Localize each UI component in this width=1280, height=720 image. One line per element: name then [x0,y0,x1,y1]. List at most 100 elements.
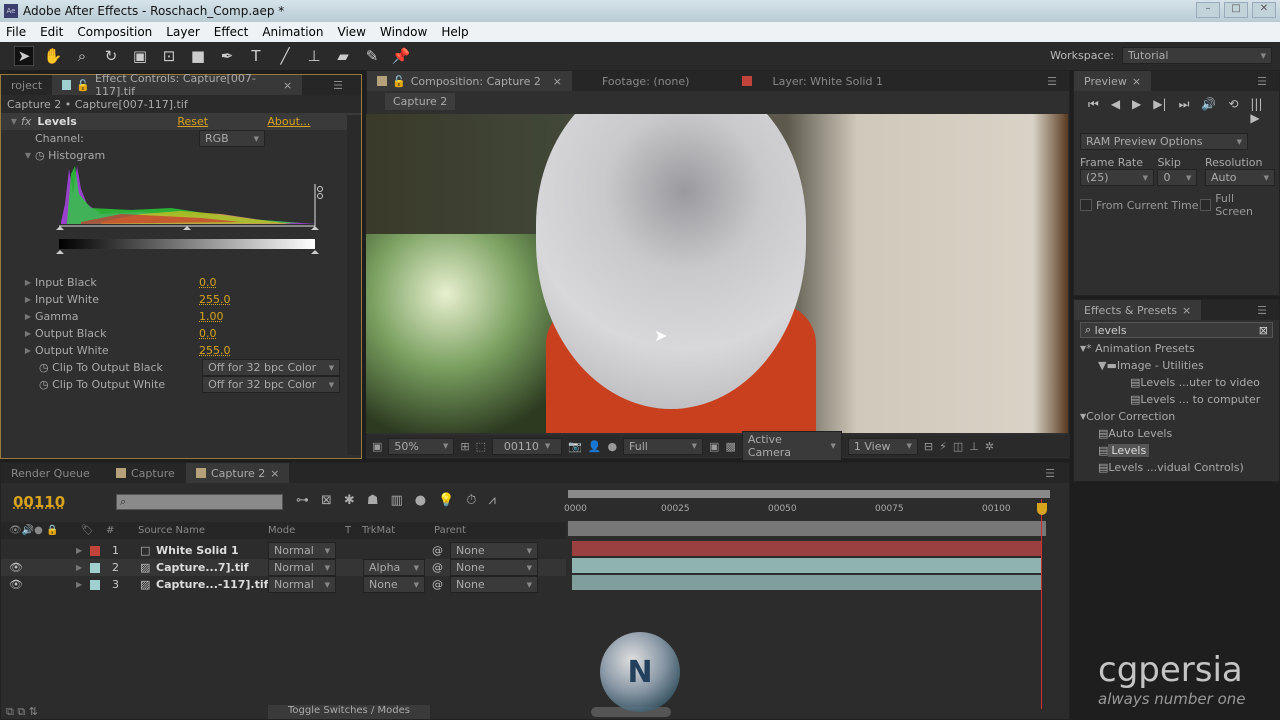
property-value[interactable]: 0.0 [199,276,217,289]
layer-row[interactable]: ▶ 1 □ White Solid 1Normal @None [1,542,566,559]
tab-capture[interactable]: Capture [106,463,186,483]
puppet-pin-tool-icon[interactable]: 📌 [391,47,411,65]
rotation-tool-icon[interactable]: ↻ [101,47,121,65]
effects-tree-item[interactable]: ▤ Levels ... to computer [1074,391,1279,408]
scrollbar[interactable] [347,115,361,455]
close-tab-icon[interactable]: × [553,75,562,88]
ram-preview-icon[interactable]: |||▶ [1250,97,1265,125]
exposure-icon[interactable]: ✲ [985,440,994,453]
eraser-tool-icon[interactable]: ▰ [333,47,353,65]
type-tool-icon[interactable]: T [246,47,266,65]
toggle-switches-modes-button[interactable]: Toggle Switches / Modes [268,705,430,719]
twirl-triangle-icon[interactable]: ▶ [76,546,90,555]
graph-editor-icon[interactable]: ⩘ [488,493,495,508]
layer-row[interactable]: 👁 ▶ 3 ▨ Capture...-117].tifNormal None@None [1,576,566,593]
minimize-button[interactable]: – [1196,2,1220,18]
effects-tree-item[interactable]: ▤ Auto Levels [1074,425,1279,442]
workspace-select[interactable]: Tutorial [1122,47,1272,64]
input-slider-handles[interactable] [56,226,319,230]
visibility-icon[interactable]: 👁 [1,561,23,574]
current-time-field[interactable]: 00110 [492,437,563,455]
expand-triangle-icon[interactable]: ▶ [21,329,35,338]
menu-window[interactable]: Window [380,25,427,39]
from-current-time-checkbox[interactable]: From Current Time [1080,192,1200,218]
mask-visibility-icon[interactable]: ⬚ [476,440,486,453]
tab-capture-2[interactable]: Capture 2 × [186,463,290,483]
loop-icon[interactable]: ⟲ [1228,97,1238,125]
frame-blending-icon[interactable]: ▥ [390,493,402,508]
stopwatch-icon[interactable]: ◷ [35,149,45,162]
playhead-handle-icon[interactable] [1037,503,1047,515]
blend-mode-select[interactable]: Normal [268,559,336,576]
twirl-triangle-icon[interactable]: ▶ [76,580,90,589]
skip-select[interactable]: 0 [1157,169,1198,186]
hide-shy-layers-icon[interactable]: ☗ [367,493,379,508]
clip-select[interactable]: Off for 32 bpc Color [202,376,341,393]
layer-row[interactable]: 👁 ▶ 2 ▨ Capture...7].tifNormal Alpha@None [1,559,566,576]
twirl-triangle-icon[interactable]: ▶ [76,563,90,572]
parent-select[interactable]: None [450,542,538,559]
tab-effects-presets[interactable]: Effects & Presets × [1074,300,1202,320]
tab-footage[interactable]: Footage: (none) [572,71,732,91]
panel-menu-icon[interactable]: ☰ [333,79,361,92]
show-snapshot-icon[interactable]: 👤 [588,440,602,453]
fx-icon[interactable]: fx [21,115,31,128]
magnification-select[interactable]: 50% [388,437,455,455]
tab-layer[interactable]: Layer: White Solid 1 [732,71,893,91]
panel-menu-icon[interactable]: ☰ [1257,304,1279,317]
resolution-select[interactable]: Full [623,437,704,455]
track-matte-select[interactable]: Alpha [363,559,425,576]
draft-3d-icon[interactable]: ✱ [344,493,355,508]
previous-frame-icon[interactable]: ◀ [1111,97,1120,125]
rectangle-tool-icon[interactable]: ■ [188,47,208,65]
layer-duration-bar[interactable] [572,541,1042,556]
reset-link[interactable]: Reset [177,115,267,128]
preview-resolution-select[interactable]: Auto [1205,169,1275,186]
panel-menu-icon[interactable]: ☰ [1045,467,1069,480]
clear-search-icon[interactable]: ⊠ [1259,324,1272,337]
current-time-display[interactable]: 00110 [13,493,65,511]
expand-triangle-icon[interactable]: ▶ [21,312,35,321]
menu-edit[interactable]: Edit [40,25,63,39]
output-slider-handles[interactable] [56,250,319,254]
channel-icon[interactable]: ● [607,440,617,453]
grid-icon[interactable]: ⊞ [460,440,469,453]
fast-previews-icon[interactable]: ⚡ [939,440,947,453]
effects-tree-item[interactable]: ▤ Levels ...uter to video [1074,374,1279,391]
expand-triangle-icon[interactable]: ▶ [21,346,35,355]
menu-animation[interactable]: Animation [262,25,323,39]
time-ruler[interactable]: 0000 00025 00050 00075 00100 [564,500,1050,520]
expand-triangle-icon[interactable]: ▶ [21,278,35,287]
close-button[interactable]: ✕ [1252,2,1276,18]
work-area-bar[interactable] [568,490,1050,498]
property-value[interactable]: 1.00 [199,310,224,323]
menu-composition[interactable]: Composition [77,25,152,39]
layer-name[interactable]: Capture...-117].tif [156,578,268,591]
close-tab-icon[interactable]: × [283,79,292,92]
pickwhip-icon[interactable]: @ [425,578,450,591]
source-name-header[interactable]: Source Name [138,525,268,536]
menu-help[interactable]: Help [441,25,468,39]
label-color-swatch[interactable] [90,545,100,556]
toggle-pixel-aspect-icon[interactable]: ⊟ [924,440,933,453]
visibility-icon[interactable]: 👁 [1,578,23,591]
menu-layer[interactable]: Layer [166,25,199,39]
channel-select[interactable]: RGB [199,130,265,147]
menu-file[interactable]: File [6,25,26,39]
effects-tree-item[interactable]: ▼ ▬ Image - Utilities [1074,357,1279,374]
effects-tree-item[interactable]: ▼ * Animation Presets [1074,340,1279,357]
frame-rate-select[interactable]: (25) [1080,169,1154,186]
brush-tool-icon[interactable]: ╱ [275,47,295,65]
tab-render-queue[interactable]: Render Queue [1,463,106,483]
zoom-tool-icon[interactable]: ⌕ [72,47,92,65]
first-frame-icon[interactable]: ⏮ [1088,97,1099,125]
composition-viewer[interactable]: ➤ [366,114,1068,433]
parent-select[interactable]: None [450,559,538,576]
always-preview-icon[interactable]: ▣ [372,440,382,453]
tab-effect-controls[interactable]: 🔓 Effect Controls: Capture[007-117].tif × [52,72,303,98]
panel-menu-icon[interactable]: ☰ [1047,75,1069,88]
property-value[interactable]: 255.0 [199,293,231,306]
effects-tree-item[interactable]: ▼ Color Correction [1074,408,1279,425]
label-color-swatch[interactable] [90,562,100,573]
effects-search-input[interactable]: ⌕ levels ⊠ [1080,322,1273,338]
